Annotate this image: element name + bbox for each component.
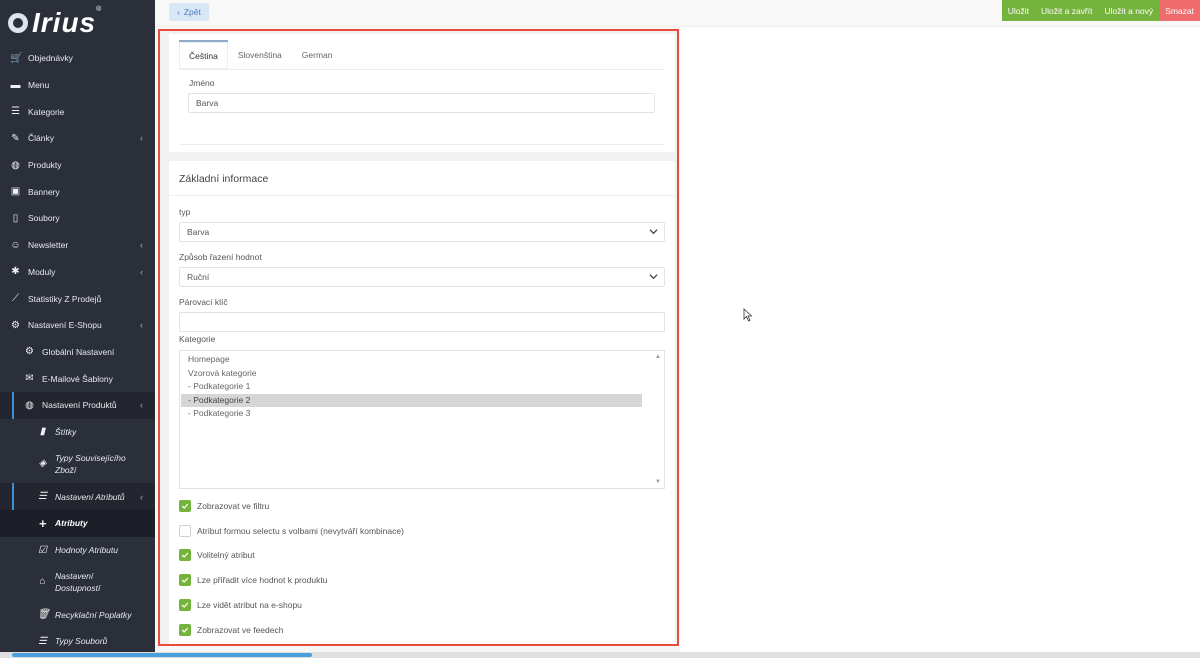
sidebar-item-atributy[interactable]: + Atributy	[0, 510, 155, 537]
back-button-label: Zpět	[183, 7, 201, 17]
astronaut-icon	[8, 12, 28, 33]
chevron-left-icon: ‹	[140, 133, 143, 144]
sidebar-item-nastaveni-produktu[interactable]: ◍ Nastavení Produktů ‹	[0, 391, 155, 419]
sidebar-item-label: Typy Souvisejícího Zboží	[55, 453, 126, 476]
sidebar-item-label: Globální Nastavení	[42, 346, 115, 357]
folder-icon: ▬	[10, 79, 21, 91]
sidebar-item-label: Recyklační Poplatky	[55, 609, 132, 620]
chevron-left-icon: ‹	[140, 491, 143, 502]
layers-icon: ◈	[38, 458, 47, 470]
sidebar-item-label: Štítky	[55, 426, 77, 437]
gear-icon: ⚙	[25, 346, 34, 358]
logo[interactable]: Irius ®	[0, 0, 155, 45]
chart-icon: ⟋	[12, 293, 19, 305]
save-and-new-button[interactable]: Uložit a nový	[1098, 0, 1160, 21]
image-icon: ▣	[10, 186, 21, 198]
pencil-icon: ✎	[11, 132, 20, 144]
sidebar: Irius ® 🛒 Objednávky ▬ Menu ☰ Kategorie …	[0, 0, 155, 658]
chevron-left-icon: ‹	[140, 266, 143, 277]
sidebar-item-label: Bannery	[28, 186, 60, 197]
top-toolbar: ‹ Zpět Uložit Uložit a zavřít Uložit a n…	[155, 0, 1200, 27]
save-button[interactable]: Uložit	[1001, 0, 1035, 21]
action-buttons: Uložit Uložit a zavřít Uložit a nový Sma…	[1001, 0, 1200, 21]
horizontal-scrollbar-thumb[interactable]	[12, 653, 312, 657]
sidebar-item-label: Moduly	[28, 266, 56, 277]
sidebar-item-label: Články	[28, 133, 54, 144]
sidebar-item-label: Objednávky	[28, 53, 73, 64]
trash-icon: 🗑	[37, 609, 50, 621]
cogs-icon: ⚙	[11, 319, 20, 331]
sidebar-item-hodnoty-atributu[interactable]: ☑ Hodnoty Atributu	[0, 537, 155, 564]
chevron-left-icon: ‹	[140, 320, 143, 331]
sidebar-item-label: Nastavení E-Shopu	[28, 320, 102, 331]
sidebar-item-label: Nastavení Dostupností	[55, 571, 101, 594]
sidebar-item-label: Nastavení Produktů	[42, 400, 117, 411]
sidebar-item-label: Soubory	[28, 213, 60, 224]
sidebar-item-typy-souboru[interactable]: ☰ Typy Souborů	[0, 628, 155, 655]
checkbox-icon: ☑	[38, 544, 47, 556]
sidebar-item-label: Nastavení Atributů	[55, 491, 125, 502]
file-icon: ▯	[12, 212, 19, 224]
highlight-frame	[158, 29, 679, 646]
sidebar-item-label: Produkty	[28, 160, 62, 171]
sidebar-item-moduly[interactable]: ✱ Moduly ‹	[0, 259, 155, 286]
sidebar-item-label: Statistiky Z Prodejů	[28, 293, 102, 304]
sidebar-item-label: Hodnoty Atributu	[55, 545, 118, 556]
envelope-icon: ☺	[10, 239, 21, 251]
plus-icon: +	[38, 515, 47, 531]
list-icon: ☰	[11, 106, 20, 118]
mouse-cursor-icon	[743, 308, 753, 322]
sidebar-item-kategorie[interactable]: ☰ Kategorie	[0, 98, 155, 125]
sidebar-item-nastaveni-dostupnosti[interactable]: ⌂ Nastavení Dostupností	[0, 563, 155, 601]
sliders-icon: ☰	[38, 491, 47, 503]
sidebar-item-newsletter[interactable]: ☺ Newsletter ‹	[0, 232, 155, 259]
mail-icon: ✉	[25, 373, 34, 385]
sidebar-item-stitky[interactable]: ▮ Štítky	[0, 419, 155, 446]
save-and-close-button[interactable]: Uložit a zavřít	[1035, 0, 1099, 21]
sidebar-item-label: Typy Souborů	[55, 636, 108, 647]
cart-icon: 🛒	[10, 52, 23, 64]
logo-text: Irius	[32, 6, 97, 38]
sidebar-item-emailove-sablony[interactable]: ✉ E-Mailové Šablony	[0, 365, 155, 392]
sidebar-item-nastaveni-eshopu[interactable]: ⚙ Nastavení E-Shopu ‹	[0, 312, 155, 339]
sidebar-item-globalni-nastaveni[interactable]: ⚙ Globální Nastavení	[0, 339, 155, 366]
sidebar-item-label: E-Mailové Šablony	[42, 373, 113, 384]
home-icon: ⌂	[39, 576, 46, 588]
sidebar-item-recyklacni-poplatky[interactable]: 🗑 Recyklační Poplatky	[0, 601, 155, 628]
right-empty-area	[680, 27, 1200, 652]
back-button[interactable]: ‹ Zpět	[169, 3, 209, 21]
dribbble-icon: ◍	[11, 159, 20, 171]
sidebar-item-label: Menu	[28, 80, 50, 91]
registered-mark: ®	[96, 6, 102, 13]
sidebar-item-objednavky[interactable]: 🛒 Objednávky	[0, 45, 155, 72]
chevron-left-icon: ‹	[140, 240, 143, 251]
bookmark-icon: ▮	[39, 426, 46, 438]
delete-button[interactable]: Smazat	[1159, 0, 1200, 21]
sidebar-item-clanky[interactable]: ✎ Články ‹	[0, 125, 155, 152]
sidebar-item-soubory[interactable]: ▯ Soubory	[0, 205, 155, 232]
sidebar-item-typy-souvisejiciho-zbozi[interactable]: ◈ Typy Souvisejícího Zboží	[0, 445, 155, 483]
puzzle-icon: ✱	[11, 266, 20, 278]
sidebar-item-statistiky[interactable]: ⟋ Statistiky Z Prodejů	[0, 285, 155, 312]
sidebar-item-bannery[interactable]: ▣ Bannery	[0, 178, 155, 205]
sidebar-item-label: Newsletter	[28, 240, 69, 251]
list-icon: ☰	[38, 635, 47, 647]
sidebar-item-label: Kategorie	[28, 106, 65, 117]
sidebar-item-produkty[interactable]: ◍ Produkty	[0, 152, 155, 179]
chevron-left-icon: ‹	[140, 400, 143, 411]
sidebar-item-menu[interactable]: ▬ Menu	[0, 72, 155, 99]
sidebar-item-label: Atributy	[55, 518, 88, 529]
sidebar-item-nastaveni-atributu[interactable]: ☰ Nastavení Atributů ‹	[0, 483, 155, 510]
dribbble-icon: ◍	[25, 399, 34, 411]
chevron-left-icon: ‹	[177, 7, 180, 17]
